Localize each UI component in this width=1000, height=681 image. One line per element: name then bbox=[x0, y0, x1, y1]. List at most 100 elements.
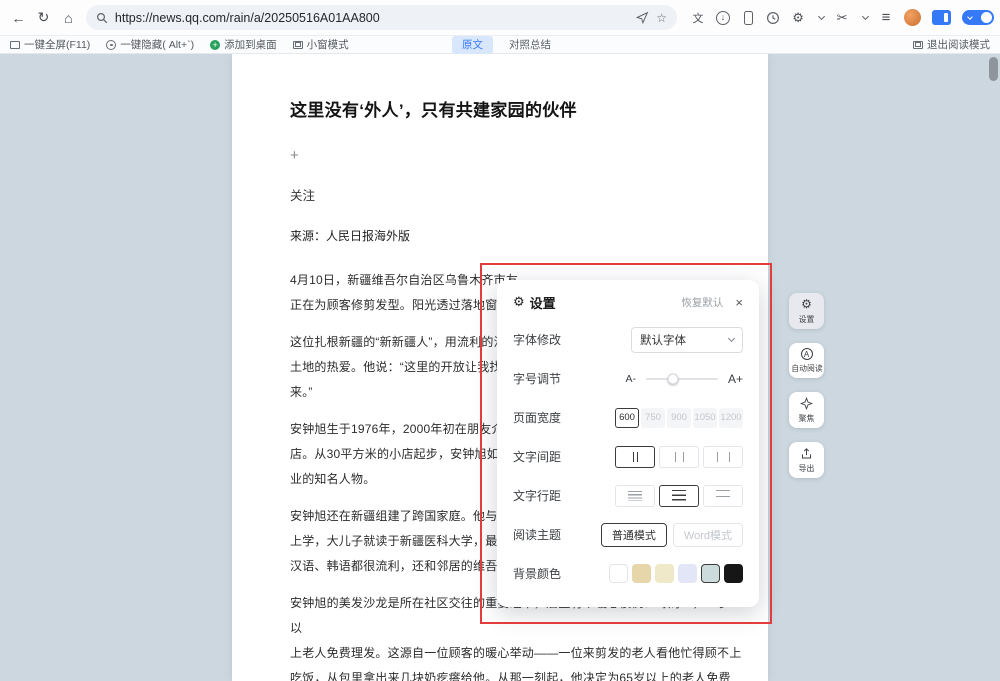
expand-symbol: + bbox=[290, 148, 742, 164]
width-option-1050[interactable]: 1050 bbox=[693, 408, 717, 428]
fullscreen-button[interactable]: 一键全屏(F11) bbox=[10, 37, 90, 52]
sidebar-panel-icon[interactable] bbox=[932, 10, 951, 25]
screenshot-scissors-icon[interactable]: ✂ bbox=[835, 8, 849, 28]
mini-window-button[interactable]: 小窗模式 bbox=[293, 37, 349, 52]
font-size-decrease-button[interactable]: A- bbox=[625, 373, 636, 385]
bg-swatch-teal-selected[interactable] bbox=[701, 564, 720, 583]
bg-swatch-black[interactable] bbox=[724, 564, 743, 583]
circle-a-icon: A bbox=[801, 348, 813, 360]
toggle-caret-icon bbox=[967, 14, 973, 20]
font-row: 字体修改 默认字体 bbox=[513, 320, 743, 359]
line-height-tight-button[interactable] bbox=[615, 485, 655, 507]
send-icon[interactable] bbox=[636, 11, 649, 24]
window-icon bbox=[293, 41, 303, 49]
letter-spacing-medium-button[interactable] bbox=[659, 446, 699, 468]
add-to-desktop-label: 添加到桌面 bbox=[224, 37, 277, 52]
settings-panel-title: 设置 bbox=[530, 293, 556, 312]
font-select[interactable]: 默认字体 bbox=[631, 327, 743, 353]
search-icon bbox=[96, 12, 108, 24]
letter-spacing-tight-icon bbox=[633, 452, 638, 462]
hide-button[interactable]: 一键隐藏( Alt+`) bbox=[106, 37, 194, 52]
plus-circle-icon: + bbox=[210, 40, 220, 50]
rail-auto-read-button[interactable]: A 自动阅读 bbox=[789, 343, 824, 378]
letter-spacing-medium-icon bbox=[675, 452, 684, 462]
bg-swatch-tan[interactable] bbox=[632, 564, 651, 583]
reading-area: 这里没有‘外人’，只有共建家园的伙伴 + 关注 来源：人民日报海外版 4月10日… bbox=[0, 54, 1000, 681]
page-width-row: 页面宽度 600 750 900 1050 1200 bbox=[513, 398, 743, 437]
acceleration-toggle[interactable] bbox=[962, 10, 994, 25]
phone-shape bbox=[744, 11, 753, 25]
width-option-750[interactable]: 750 bbox=[641, 408, 665, 428]
theme-row: 阅读主题 普通模式 Word模式 bbox=[513, 515, 743, 554]
home-icon[interactable]: ⌂ bbox=[57, 6, 80, 29]
line-height-row: 文字行距 bbox=[513, 476, 743, 515]
exit-reading-icon bbox=[913, 41, 923, 49]
bg-swatch-white[interactable] bbox=[609, 564, 628, 583]
rail-settings-button[interactable]: ⚙ 设置 bbox=[789, 293, 824, 329]
theme-word-button[interactable]: Word模式 bbox=[673, 523, 743, 547]
width-option-1200[interactable]: 1200 bbox=[719, 408, 743, 428]
page-width-label: 页面宽度 bbox=[513, 409, 591, 426]
screen: ← ↻ ⌂ ☆ 文 ↓ ⚙ ✂ ≡ bbox=[0, 0, 1000, 681]
gear-caret-icon[interactable] bbox=[818, 12, 825, 19]
focus-star-icon bbox=[800, 397, 813, 410]
auto-read-icon: A bbox=[801, 348, 813, 360]
width-option-600[interactable]: 600 bbox=[615, 408, 639, 428]
bg-swatch-cream[interactable] bbox=[655, 564, 674, 583]
line-height-loose-button[interactable] bbox=[703, 485, 743, 507]
browser-action-icons: 文 ↓ ⚙ ✂ ≡ bbox=[691, 8, 994, 28]
phone-sync-icon[interactable] bbox=[741, 8, 755, 28]
exit-reading-label: 退出阅读模式 bbox=[927, 37, 990, 52]
letter-spacing-wide-icon bbox=[717, 452, 730, 462]
letter-spacing-tight-button[interactable] bbox=[615, 446, 655, 468]
letter-spacing-wide-button[interactable] bbox=[703, 446, 743, 468]
article-source: 来源：人民日报海外版 bbox=[290, 228, 742, 244]
font-size-increase-button[interactable]: A+ bbox=[728, 372, 743, 386]
scissors-caret-icon[interactable] bbox=[862, 12, 869, 19]
theme-normal-button[interactable]: 普通模式 bbox=[601, 523, 667, 547]
letter-spacing-row: 文字间距 bbox=[513, 437, 743, 476]
reset-defaults-button[interactable]: 恢复默认 bbox=[681, 295, 723, 310]
bookmark-star-icon[interactable]: ☆ bbox=[656, 11, 667, 25]
download-icon[interactable]: ↓ bbox=[716, 8, 730, 28]
exit-reading-button[interactable]: 退出阅读模式 bbox=[913, 37, 990, 52]
rail-focus-button[interactable]: 聚焦 bbox=[789, 392, 824, 428]
theme-label: 阅读主题 bbox=[513, 526, 591, 543]
rail-export-label: 导出 bbox=[799, 462, 815, 473]
rail-settings-label: 设置 bbox=[799, 313, 815, 324]
monitor-icon bbox=[10, 41, 20, 49]
address-bar[interactable]: ☆ bbox=[86, 5, 677, 30]
line-height-medium-button[interactable] bbox=[659, 485, 699, 507]
width-option-900[interactable]: 900 bbox=[667, 408, 691, 428]
close-icon[interactable]: × bbox=[735, 295, 743, 310]
translate-icon[interactable]: 文 bbox=[691, 8, 705, 28]
slider-thumb[interactable] bbox=[668, 373, 679, 384]
settings-panel: ⚙ 设置 恢复默认 × 字体修改 默认字体 字号调节 A- bbox=[497, 280, 759, 607]
tab-compare-summary[interactable]: 对照总结 bbox=[509, 37, 551, 52]
back-icon[interactable]: ← bbox=[7, 6, 30, 29]
rail-export-button[interactable]: 导出 bbox=[789, 442, 824, 478]
article-title: 这里没有‘外人’，只有共建家园的伙伴 bbox=[290, 98, 742, 124]
line-height-label: 文字行距 bbox=[513, 487, 591, 504]
letter-spacing-label: 文字间距 bbox=[513, 448, 591, 465]
rail-auto-read-label: 自动阅读 bbox=[791, 362, 822, 373]
font-size-label: 字号调节 bbox=[513, 370, 591, 387]
history-icon[interactable] bbox=[766, 8, 780, 28]
background-color-row: 背景颜色 bbox=[513, 554, 743, 593]
bg-swatch-lavender[interactable] bbox=[678, 564, 697, 583]
export-icon bbox=[800, 447, 813, 460]
address-bar-input[interactable] bbox=[115, 11, 629, 25]
tab-original[interactable]: 原文 bbox=[452, 36, 493, 54]
download-circle: ↓ bbox=[716, 11, 730, 25]
add-to-desktop-button[interactable]: + 添加到桌面 bbox=[210, 37, 277, 52]
settings-gear-icon[interactable]: ⚙ bbox=[791, 8, 805, 28]
line-height-loose-icon bbox=[716, 490, 730, 501]
line-height-medium-icon bbox=[672, 490, 686, 501]
refresh-icon[interactable]: ↻ bbox=[32, 6, 55, 29]
menu-icon[interactable]: ≡ bbox=[879, 8, 893, 28]
font-size-slider[interactable] bbox=[646, 378, 718, 380]
profile-avatar[interactable] bbox=[904, 9, 921, 26]
scrollbar-thumb[interactable] bbox=[989, 57, 998, 81]
reader-toolbar: 一键全屏(F11) 一键隐藏( Alt+`) + 添加到桌面 小窗模式 原文 对… bbox=[0, 36, 1000, 54]
follow-button[interactable]: 关注 bbox=[290, 188, 315, 205]
